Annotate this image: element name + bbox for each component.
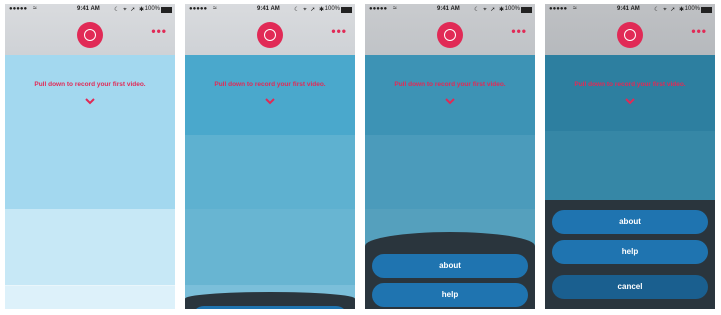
wifi-icon: ≈ (213, 5, 217, 12)
clip-row[interactable] (365, 55, 535, 135)
about-button[interactable]: about (552, 210, 708, 234)
chevron-down-icon (445, 96, 455, 106)
clip-row[interactable] (545, 55, 715, 131)
signal-strength: ●●●●● (549, 6, 568, 12)
about-button[interactable]: about (372, 254, 528, 278)
record-button[interactable] (77, 22, 103, 48)
status-icons: ☾ ⌖ ➚ ✱ (654, 7, 685, 13)
wifi-icon: ≈ (573, 5, 577, 12)
pull-down-prompt: Pull down to record your first video. (574, 81, 686, 88)
clip-row[interactable] (185, 135, 355, 209)
clip-row[interactable] (5, 285, 175, 309)
more-options-button[interactable]: ••• (151, 25, 167, 37)
wifi-icon: ≈ (33, 5, 37, 12)
header: ●●●●● ≈ 9:41 AM ☾ ⌖ ➚ ✱ 100% ••• (185, 4, 355, 55)
clip-row[interactable] (185, 55, 355, 135)
chevron-down-icon (625, 96, 635, 106)
chevron-down-icon (85, 96, 95, 106)
record-button[interactable] (257, 22, 283, 48)
status-bar: ●●●●● ≈ 9:41 AM ☾ ⌖ ➚ ✱ 100% (545, 5, 715, 16)
status-icons: ☾ ⌖ ➚ ✱ (294, 7, 325, 13)
signal-strength: ●●●●● (9, 6, 28, 12)
signal-strength: ●●●●● (189, 6, 208, 12)
header: ●●●●● ≈ 9:41 AM ☾ ⌖ ➚ ✱ 100% ••• (545, 4, 715, 55)
battery-icon (341, 7, 352, 13)
battery-percent: 100% (144, 6, 160, 12)
header: ●●●●● ≈ 9:41 AM ☾ ⌖ ➚ ✱ 100% ••• (365, 4, 535, 55)
status-bar: ●●●●● ≈ 9:41 AM ☾ ⌖ ➚ ✱ 100% (5, 5, 175, 16)
clip-row[interactable] (185, 209, 355, 285)
status-time: 9:41 AM (437, 6, 460, 12)
battery-percent: 100% (324, 6, 340, 12)
battery-icon (161, 7, 172, 13)
screen-2: ●●●●● ≈ 9:41 AM ☾ ⌖ ➚ ✱ 100% ••• Pull do… (185, 4, 355, 309)
record-button[interactable] (617, 22, 643, 48)
more-options-button[interactable]: ••• (331, 25, 347, 37)
more-options-button[interactable]: ••• (511, 25, 527, 37)
battery-icon (521, 7, 532, 13)
pull-down-prompt: Pull down to record your first video. (214, 81, 326, 88)
signal-strength: ●●●●● (369, 6, 388, 12)
clip-row[interactable] (5, 55, 175, 209)
help-button[interactable]: help (372, 283, 528, 307)
status-bar: ●●●●● ≈ 9:41 AM ☾ ⌖ ➚ ✱ 100% (365, 5, 535, 16)
battery-icon (701, 7, 712, 13)
cancel-button[interactable]: cancel (552, 275, 708, 299)
more-options-button[interactable]: ••• (691, 25, 707, 37)
status-icons: ☾ ⌖ ➚ ✱ (474, 7, 505, 13)
pull-down-prompt: Pull down to record your first video. (34, 81, 146, 88)
battery-percent: 100% (684, 6, 700, 12)
status-time: 9:41 AM (77, 6, 100, 12)
status-icons: ☾ ⌖ ➚ ✱ (114, 7, 145, 13)
header: ●●●●● ≈ 9:41 AM ☾ ⌖ ➚ ✱ 100% ••• (5, 4, 175, 55)
record-button[interactable] (437, 22, 463, 48)
screen-4: ●●●●● ≈ 9:41 AM ☾ ⌖ ➚ ✱ 100% ••• about h… (545, 4, 715, 309)
status-time: 9:41 AM (257, 6, 280, 12)
status-bar: ●●●●● ≈ 9:41 AM ☾ ⌖ ➚ ✱ 100% (185, 5, 355, 16)
wifi-icon: ≈ (393, 5, 397, 12)
pull-down-prompt: Pull down to record your first video. (394, 81, 506, 88)
status-time: 9:41 AM (617, 6, 640, 12)
about-button[interactable] (192, 306, 348, 309)
screen-3: ●●●●● ≈ 9:41 AM ☾ ⌖ ➚ ✱ 100% ••• about h… (365, 4, 535, 309)
help-button[interactable]: help (552, 240, 708, 264)
clip-row[interactable] (545, 131, 715, 201)
chevron-down-icon (265, 96, 275, 106)
clip-row[interactable] (365, 135, 535, 209)
battery-percent: 100% (504, 6, 520, 12)
clip-row[interactable] (5, 209, 175, 285)
screen-1: ●●●●● ≈ 9:41 AM ☾ ⌖ ➚ ✱ 100% ••• Pull do… (5, 4, 175, 309)
